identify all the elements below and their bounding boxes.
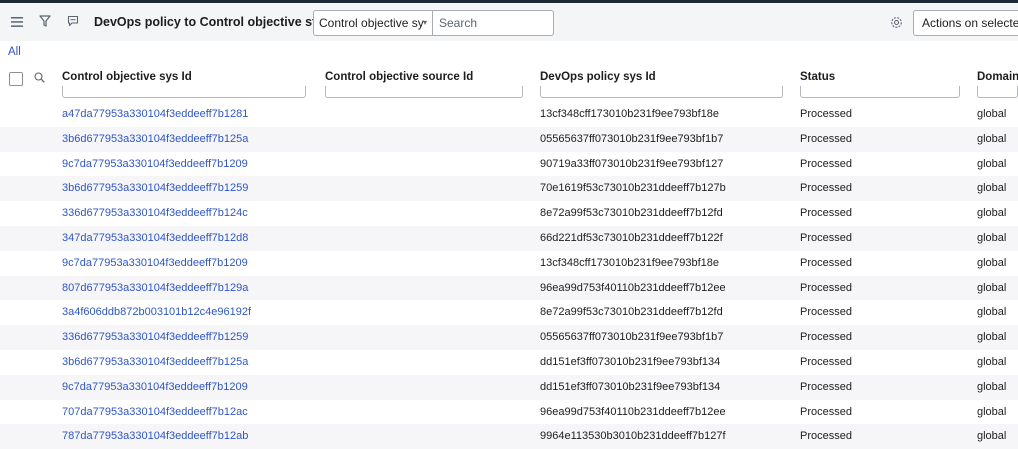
column-header-control-objective-source-id[interactable]: Control objective source Id bbox=[325, 71, 473, 83]
status-cell: Processed bbox=[800, 281, 852, 294]
status-cell: Processed bbox=[800, 132, 852, 145]
table-row[interactable]: 3b6d677953a330104f3eddeeff7b1259 70e1619f… bbox=[0, 176, 1018, 202]
status-cell: Processed bbox=[800, 231, 852, 244]
column-filter-input-devops-policy-sys-id[interactable] bbox=[540, 86, 783, 98]
table-row[interactable]: 347da77953a330104f3eddeeff7b12d8 66d221df… bbox=[0, 225, 1018, 251]
table-body: a47da77953a330104f3eddeeff7b1281 13cf348c… bbox=[0, 102, 1018, 449]
control-objective-sys-id-link[interactable]: 807d677953a330104f3eddeeff7b129a bbox=[62, 276, 248, 301]
column-filter-input-status[interactable] bbox=[800, 86, 960, 98]
settings-gear-icon[interactable] bbox=[889, 15, 903, 29]
table-row[interactable]: 9c7da77953a330104f3eddeeff7b1209 13cf348c… bbox=[0, 251, 1018, 276]
domain-cell: global bbox=[977, 157, 1007, 170]
control-objective-sys-id-link[interactable]: 9c7da77953a330104f3eddeeff7b1209 bbox=[62, 251, 248, 276]
column-header-control-objective-sys-id[interactable]: Control objective sys Id bbox=[62, 71, 192, 83]
column-filter-input-control-objective-source-id[interactable] bbox=[325, 86, 523, 98]
devops-policy-sys-id-cell: dd151ef3ff073010b231f9ee793bf134 bbox=[540, 380, 721, 393]
devops-policy-sys-id-cell: 66d221df53c73010b231ddeeff7b122f bbox=[540, 231, 723, 244]
status-cell: Processed bbox=[800, 157, 852, 170]
domain-cell: global bbox=[977, 355, 1007, 368]
control-objective-sys-id-link[interactable]: 347da77953a330104f3eddeeff7b12d8 bbox=[62, 226, 248, 251]
search-icon[interactable] bbox=[33, 71, 45, 83]
devops-policy-sys-id-cell: 96ea99d753f40110b231ddeeff7b12ee bbox=[540, 281, 726, 294]
status-cell: Processed bbox=[800, 182, 852, 195]
devops-policy-sys-id-cell: 90719a33ff073010b231f9ee793bf127 bbox=[540, 157, 724, 170]
control-objective-sys-id-link[interactable]: 3a4f606ddb872b003101b12c4e96192f bbox=[62, 300, 251, 325]
control-objective-sys-id-link[interactable]: 3b6d677953a330104f3eddeeff7b125a bbox=[62, 127, 248, 152]
status-cell: Processed bbox=[800, 108, 852, 120]
devops-policy-sys-id-cell: 8e72a99f53c73010b231ddeeff7b12fd bbox=[540, 207, 723, 220]
table-row[interactable]: 707da77953a330104f3eddeeff7b12ac 96ea99d7… bbox=[0, 400, 1018, 425]
control-objective-sys-id-link[interactable]: 787da77953a330104f3eddeeff7b12ab bbox=[62, 424, 248, 449]
select-all-checkbox[interactable] bbox=[9, 72, 23, 86]
table-row[interactable]: 3a4f606ddb872b003101b12c4e96192f 8e72a99f… bbox=[0, 300, 1018, 325]
status-cell: Processed bbox=[800, 306, 852, 319]
devops-policy-sys-id-cell: 13cf348cff173010b231f9ee793bf18e bbox=[540, 108, 720, 120]
control-objective-sys-id-link[interactable]: 9c7da77953a330104f3eddeeff7b1209 bbox=[62, 152, 248, 177]
devops-policy-sys-id-cell: 8e72a99f53c73010b231ddeeff7b12fd bbox=[540, 306, 723, 319]
devops-policy-sys-id-cell: 05565637ff073010b231f9ee793bf1b7 bbox=[540, 132, 724, 145]
control-objective-sys-id-link[interactable]: 3b6d677953a330104f3eddeeff7b125a bbox=[62, 350, 248, 375]
domain-cell: global bbox=[977, 380, 1007, 393]
domain-cell: global bbox=[977, 331, 1007, 344]
domain-cell: global bbox=[977, 231, 1007, 244]
breadcrumb-all[interactable]: All bbox=[8, 46, 21, 58]
list-header: DevOps policy to Control objective stagi… bbox=[0, 3, 1018, 41]
domain-cell: global bbox=[977, 430, 1007, 443]
column-filter-input-domain[interactable] bbox=[977, 86, 1018, 98]
column-header-domain[interactable]: Domain bbox=[977, 71, 1018, 83]
domain-cell: global bbox=[977, 207, 1007, 220]
filter-icon[interactable] bbox=[38, 14, 52, 28]
chevron-down-icon: ▾ bbox=[422, 18, 427, 27]
table-row[interactable]: 9c7da77953a330104f3eddeeff7b1209 90719a33… bbox=[0, 152, 1018, 177]
domain-cell: global bbox=[977, 405, 1007, 418]
table-row[interactable]: 807d677953a330104f3eddeeff7b129a 96ea99d7… bbox=[0, 275, 1018, 301]
column-header-status[interactable]: Status bbox=[800, 71, 835, 83]
status-cell: Processed bbox=[800, 256, 852, 269]
devops-policy-sys-id-cell: 13cf348cff173010b231f9ee793bf18e bbox=[540, 256, 720, 269]
status-cell: Processed bbox=[800, 207, 852, 220]
search-field-select[interactable]: Control objective sy ▾ bbox=[313, 10, 433, 36]
status-cell: Processed bbox=[800, 380, 852, 393]
domain-cell: global bbox=[977, 182, 1007, 195]
domain-cell: global bbox=[977, 306, 1007, 319]
table-row[interactable]: 3b6d677953a330104f3eddeeff7b125a 05565637… bbox=[0, 126, 1018, 152]
column-header-row: Control objective sys Id Control objecti… bbox=[0, 64, 1018, 102]
table-row[interactable]: 336d677953a330104f3eddeeff7b124c 8e72a99f… bbox=[0, 201, 1018, 226]
domain-cell: global bbox=[977, 108, 1007, 120]
control-objective-sys-id-link[interactable]: 336d677953a330104f3eddeeff7b1259 bbox=[62, 325, 248, 350]
devops-policy-sys-id-cell: 70e1619f53c73010b231ddeeff7b127b bbox=[540, 182, 726, 195]
control-objective-sys-id-link[interactable]: 9c7da77953a330104f3eddeeff7b1209 bbox=[62, 375, 248, 400]
search-input[interactable] bbox=[433, 10, 554, 36]
table-row[interactable]: 3b6d677953a330104f3eddeeff7b125a dd151ef3… bbox=[0, 350, 1018, 375]
actions-on-selected-select[interactable]: Actions on selected bbox=[913, 10, 1018, 36]
control-objective-sys-id-link[interactable]: 707da77953a330104f3eddeeff7b12ac bbox=[62, 400, 248, 425]
status-cell: Processed bbox=[800, 355, 852, 368]
control-objective-sys-id-link[interactable]: a47da77953a330104f3eddeeff7b1281 bbox=[62, 102, 248, 127]
status-cell: Processed bbox=[800, 405, 852, 418]
comment-icon[interactable] bbox=[66, 14, 80, 28]
page-title: DevOps policy to Control objective stagi… bbox=[94, 15, 350, 29]
table-row[interactable]: a47da77953a330104f3eddeeff7b1281 13cf348c… bbox=[0, 102, 1018, 127]
table-row[interactable]: 787da77953a330104f3eddeeff7b12ab 9964e113… bbox=[0, 424, 1018, 449]
status-cell: Processed bbox=[800, 430, 852, 443]
domain-cell: global bbox=[977, 256, 1007, 269]
table-row[interactable]: 9c7da77953a330104f3eddeeff7b1209 dd151ef3… bbox=[0, 374, 1018, 400]
devops-policy-sys-id-cell: 9964e113530b3010b231ddeeff7b127f bbox=[540, 430, 726, 443]
column-filter-input-control-objective-sys-id[interactable] bbox=[62, 86, 306, 98]
column-header-devops-policy-sys-id[interactable]: DevOps policy sys Id bbox=[540, 71, 656, 83]
hamburger-menu-icon[interactable] bbox=[10, 15, 24, 29]
control-objective-sys-id-link[interactable]: 336d677953a330104f3eddeeff7b124c bbox=[62, 201, 248, 226]
domain-cell: global bbox=[977, 132, 1007, 145]
devops-policy-sys-id-cell: dd151ef3ff073010b231f9ee793bf134 bbox=[540, 355, 721, 368]
domain-cell: global bbox=[977, 281, 1007, 294]
devops-policy-sys-id-cell: 96ea99d753f40110b231ddeeff7b12ee bbox=[540, 405, 726, 418]
search-field-value: Control objective sy bbox=[319, 16, 424, 30]
control-objective-sys-id-link[interactable]: 3b6d677953a330104f3eddeeff7b1259 bbox=[62, 176, 248, 201]
table-row[interactable]: 336d677953a330104f3eddeeff7b1259 05565637… bbox=[0, 325, 1018, 350]
status-cell: Processed bbox=[800, 331, 852, 344]
devops-policy-sys-id-cell: 05565637ff073010b231f9ee793bf1b7 bbox=[540, 331, 724, 344]
